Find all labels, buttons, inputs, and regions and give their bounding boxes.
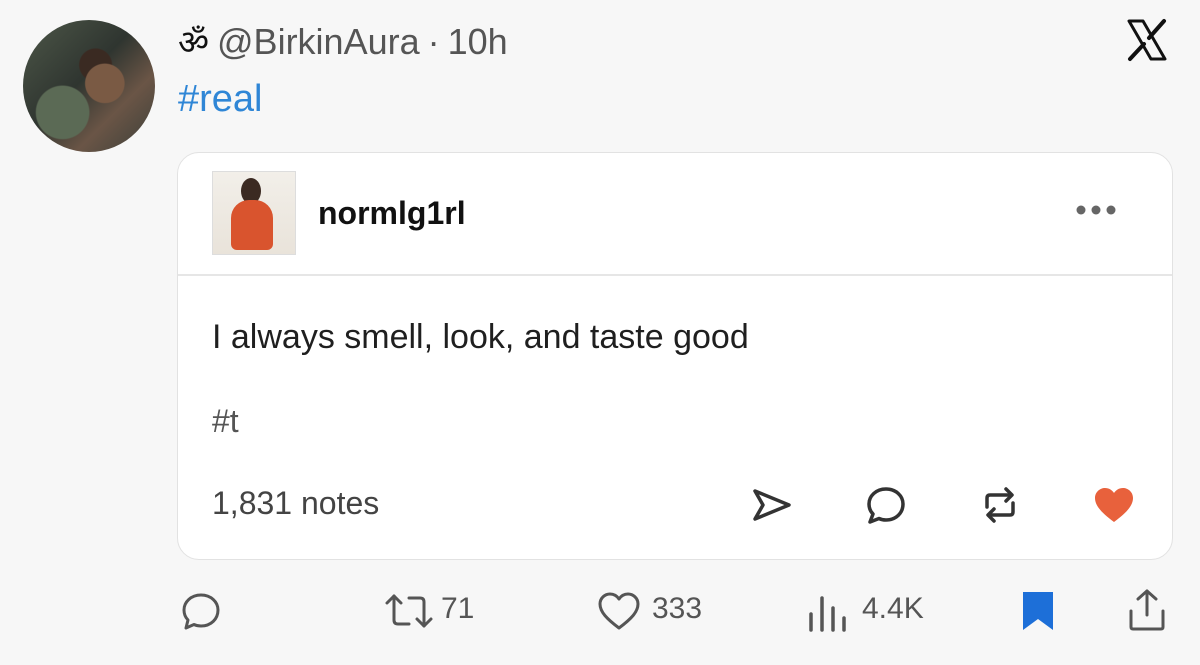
like-count: 333 (652, 592, 703, 625)
bookmark-icon[interactable] (1018, 589, 1058, 633)
reply-bubble-icon[interactable] (864, 483, 908, 527)
card-divider (178, 274, 1172, 276)
embedded-post-avatar[interactable] (212, 171, 296, 255)
share-icon[interactable] (1124, 587, 1170, 633)
like-heart-icon[interactable] (1092, 483, 1136, 527)
x-logo-icon (1127, 19, 1167, 61)
author-symbol: ॐ (178, 24, 210, 62)
retweet-count: 71 (441, 592, 475, 625)
reblog-icon[interactable] (978, 483, 1022, 527)
embedded-post-body: I always smell, look, and taste good (212, 318, 749, 356)
author-line: ॐ @BirkinAura · 10h (178, 18, 508, 64)
author-handle[interactable]: @BirkinAura (217, 21, 420, 63)
views-count: 4.4K (862, 592, 924, 625)
author-avatar[interactable] (23, 20, 155, 152)
tweet-hashtag[interactable]: #real (178, 78, 263, 121)
more-options-icon[interactable] (1074, 203, 1118, 217)
embedded-post-card[interactable]: normlg1rl I always smell, look, and tast… (177, 152, 1173, 560)
avatar-figure-shape (231, 200, 273, 250)
share-send-icon[interactable] (750, 483, 794, 527)
post-time[interactable]: 10h (448, 21, 508, 63)
embedded-post-tag[interactable]: #t (212, 403, 239, 440)
like-icon[interactable] (596, 589, 642, 633)
notes-count[interactable]: 1,831 notes (212, 485, 379, 522)
embedded-post-username[interactable]: normlg1rl (318, 195, 466, 232)
reply-icon[interactable] (179, 589, 223, 633)
views-icon[interactable] (805, 592, 851, 632)
retweet-icon[interactable] (383, 590, 435, 632)
separator-dot: · (427, 21, 440, 62)
